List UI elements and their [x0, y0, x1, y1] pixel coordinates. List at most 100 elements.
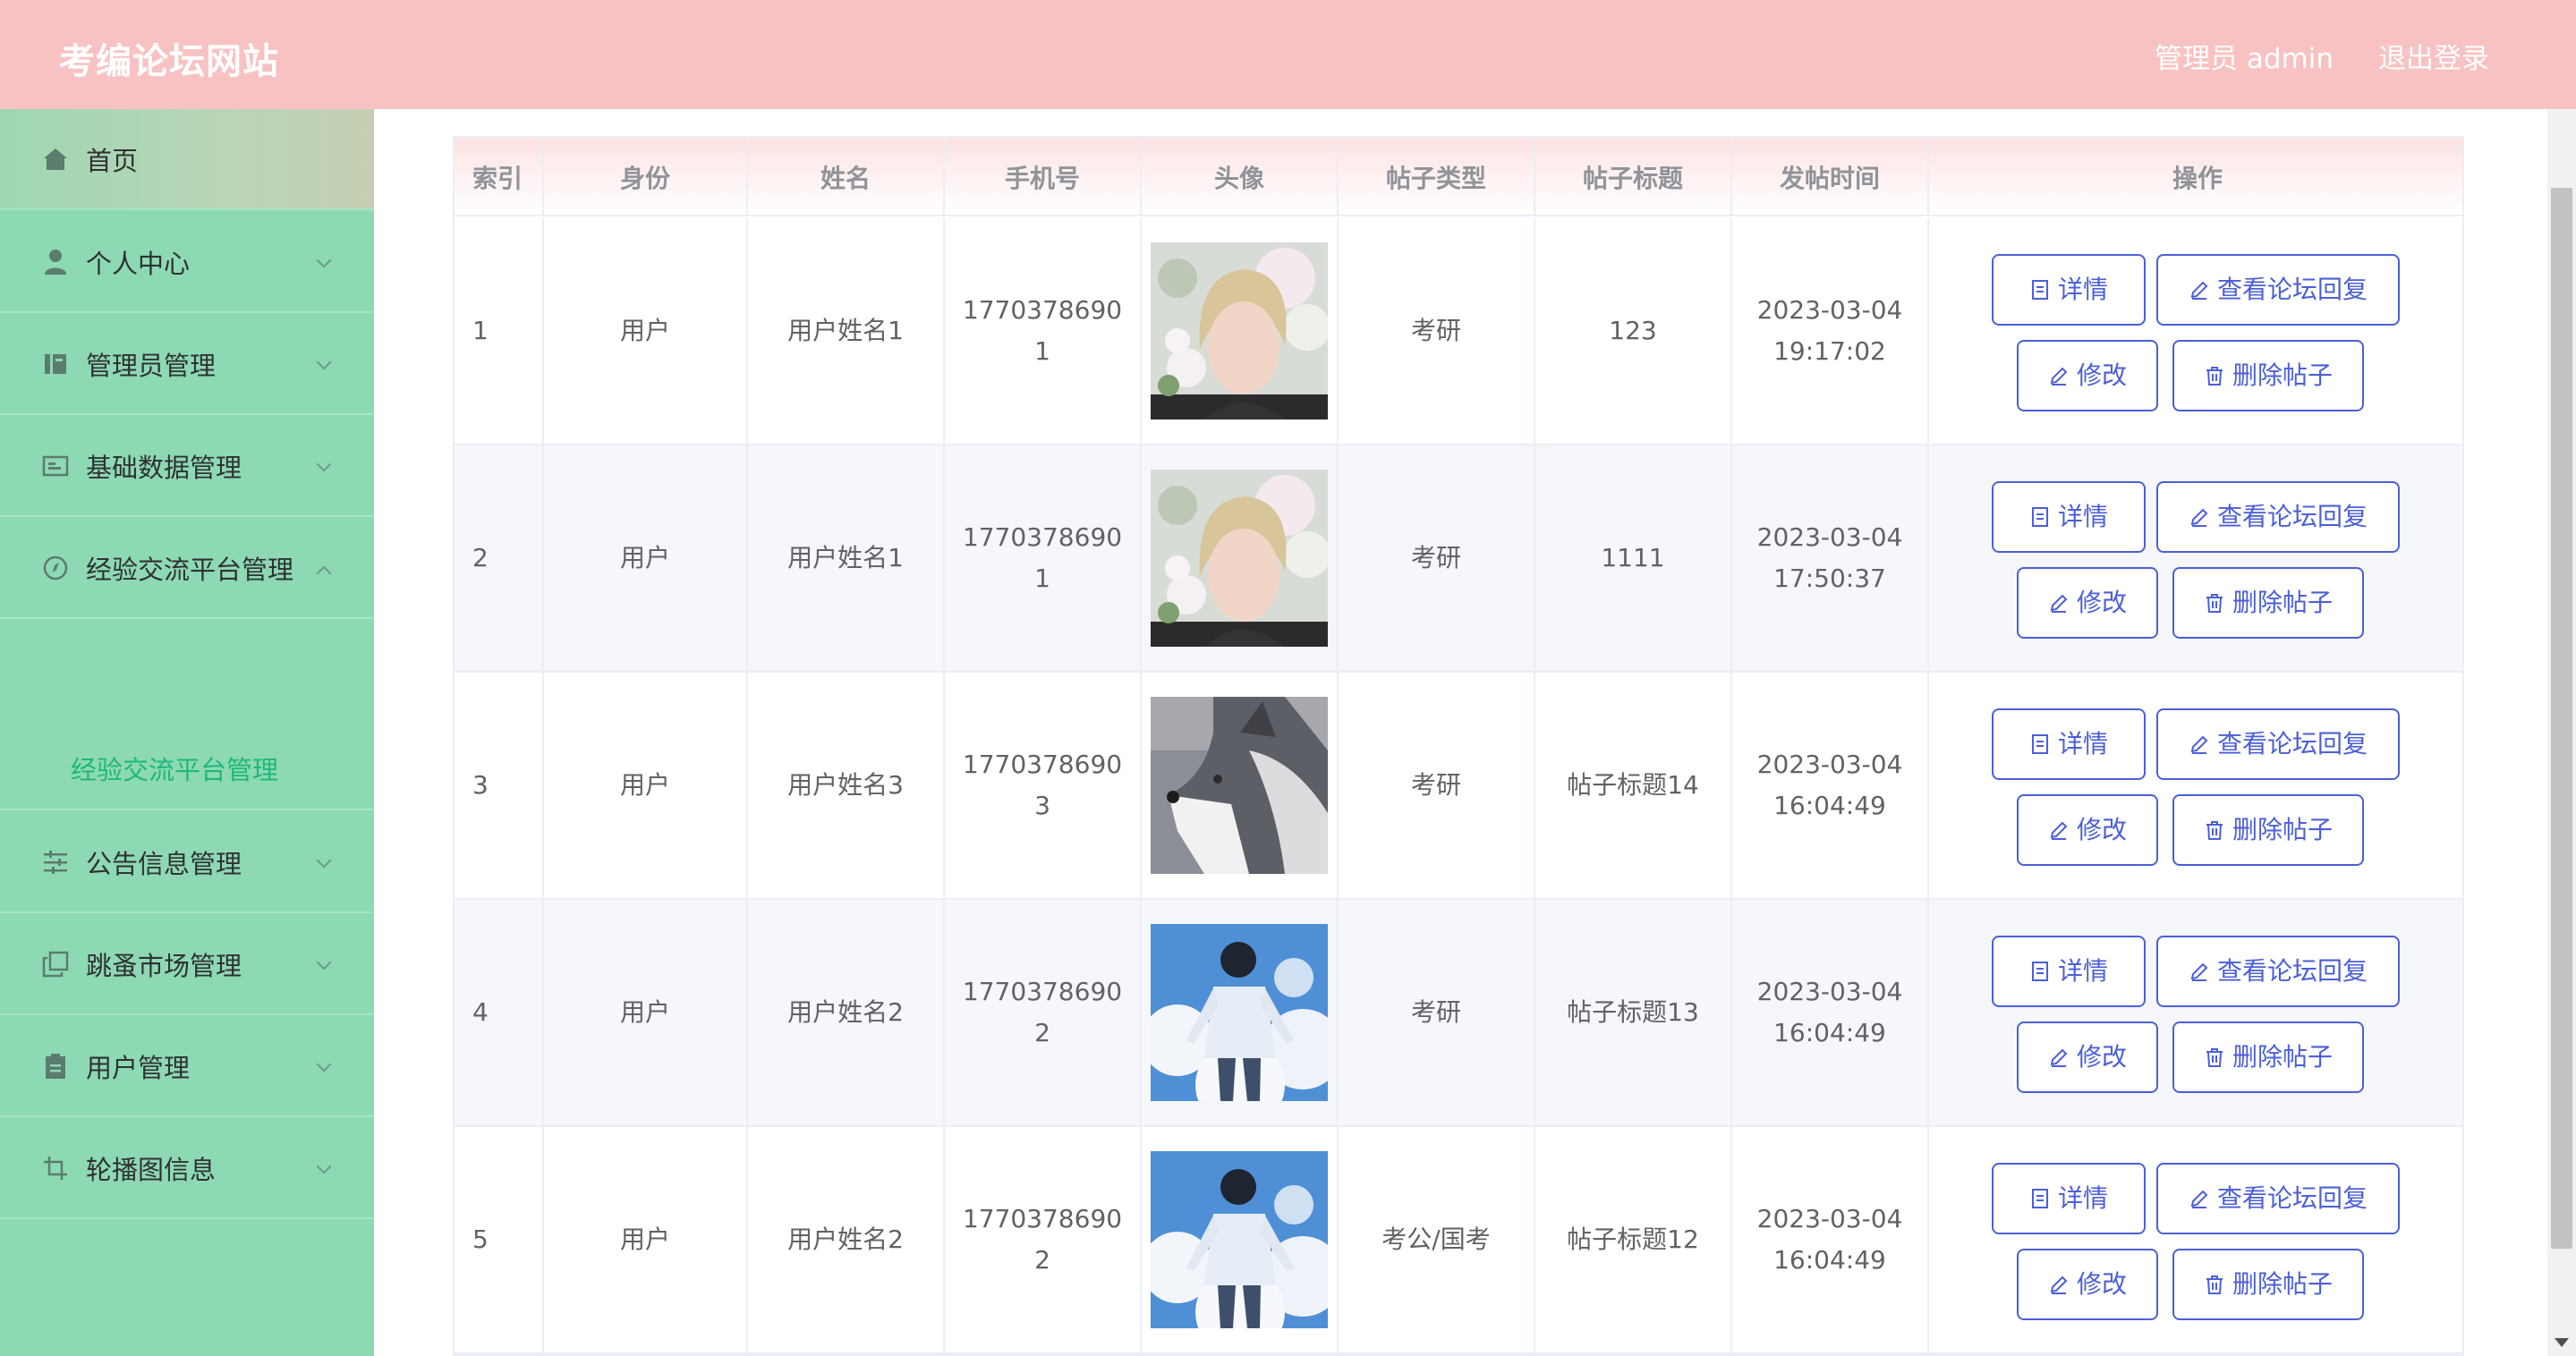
- view-replies-button[interactable]: 查看论坛回复: [2156, 481, 2400, 553]
- sidebar-item-personal-center[interactable]: 个人中心: [0, 212, 374, 313]
- edit-button[interactable]: 修改: [2017, 794, 2158, 866]
- edit-button[interactable]: 修改: [2017, 1249, 2158, 1320]
- cell-avatar: [1142, 218, 1339, 444]
- table-row: 3 用户 用户姓名3 1770378690 3 考研 帖子标题14 2023-03-04 16:…: [455, 673, 2462, 900]
- table-header: 索引 身份 姓名 手机号 头像 帖子类型 帖子标题 发帖时间 操作: [455, 138, 2462, 216]
- cell-post-time: 2023-03-04 16:04:49: [1732, 1127, 1929, 1352]
- cell-avatar: [1142, 673, 1339, 898]
- delete-post-button[interactable]: 删除帖子: [2172, 567, 2364, 639]
- site-title: 考编论坛网站: [59, 41, 279, 82]
- cell-post-time: 2023-03-04 17:50:37: [1732, 445, 1929, 671]
- view-replies-button[interactable]: 查看论坛回复: [2156, 936, 2400, 1007]
- cell-type: 考研: [1339, 445, 1535, 671]
- detail-button-label: 详情: [2057, 275, 2108, 304]
- document-icon: [2029, 279, 2051, 301]
- edit-pen-icon: [2048, 1274, 2070, 1295]
- detail-button[interactable]: 详情: [1992, 936, 2146, 1007]
- delete-post-button[interactable]: 删除帖子: [2172, 340, 2364, 411]
- edit-button[interactable]: 修改: [2017, 567, 2158, 639]
- delete-post-button-label: 删除帖子: [2232, 1269, 2333, 1299]
- sidebar-item-label: 管理员管理: [86, 350, 217, 381]
- delete-post-button-label: 删除帖子: [2232, 815, 2333, 844]
- edit-button-label: 修改: [2076, 588, 2127, 617]
- cell-index: 2: [455, 445, 544, 671]
- cell-type: 考研: [1339, 673, 1535, 898]
- cell-index: 4: [455, 900, 544, 1125]
- cell-actions: 详情 查看论坛回复修改 删除帖子: [1929, 445, 2462, 671]
- cell-index: 1: [455, 218, 544, 444]
- chevron-down-icon: [316, 456, 332, 472]
- sidebar-item-label: 经验交流平台管理: [86, 554, 294, 585]
- avatar: [1151, 1151, 1328, 1328]
- sidebar-item-experience-platform[interactable]: 经验交流平台管理: [0, 518, 374, 619]
- avatar: [1151, 924, 1328, 1101]
- phone-text-line1: 1770378690: [962, 295, 1123, 325]
- trash-icon: [2204, 592, 2225, 614]
- edit-pen-icon: [2048, 365, 2070, 386]
- chevron-down-icon: [316, 954, 332, 970]
- sidebar-item-home[interactable]: 首页: [0, 109, 374, 210]
- table-row: 1 用户 用户姓名1 1770378690 1 考研 123 2023-03-04 19:17:…: [455, 218, 2462, 445]
- detail-button[interactable]: 详情: [1992, 1163, 2146, 1234]
- avatar: [1151, 242, 1328, 420]
- edit-button[interactable]: 修改: [2017, 1021, 2158, 1093]
- detail-button-label: 详情: [2057, 1183, 2108, 1213]
- chevron-down-icon: [316, 252, 332, 268]
- sidebar-item-basic-data[interactable]: 基础数据管理: [0, 416, 374, 517]
- delete-post-button[interactable]: 删除帖子: [2172, 794, 2364, 866]
- column-header-post-type: 帖子类型: [1339, 138, 1535, 216]
- sidebar-item-admin-management[interactable]: 管理员管理: [0, 314, 374, 415]
- view-replies-button[interactable]: 查看论坛回复: [2156, 254, 2400, 326]
- trash-icon: [2204, 1274, 2225, 1295]
- sidebar-item-user-management[interactable]: 用户管理: [0, 1016, 374, 1117]
- sidebar-item-flea-market[interactable]: 跳蚤市场管理: [0, 914, 374, 1015]
- view-replies-button[interactable]: 查看论坛回复: [2156, 1163, 2400, 1234]
- edit-button[interactable]: 修改: [2017, 340, 2158, 411]
- cell-title: 帖子标题12: [1535, 1127, 1732, 1352]
- column-header-phone: 手机号: [945, 138, 1142, 216]
- edit-pen-icon: [2189, 961, 2210, 982]
- cell-post-time: 2023-03-04 16:04:49: [1732, 673, 1929, 898]
- cell-role: 用户: [544, 900, 748, 1125]
- sidebar-item-label: 个人中心: [86, 248, 191, 279]
- cell-name: 用户姓名2: [748, 900, 945, 1125]
- cell-phone: 1770378690 1: [945, 445, 1142, 671]
- phone-text-line2: 2: [1034, 1018, 1050, 1047]
- scroll-down-arrow-icon[interactable]: [2555, 1338, 2569, 1347]
- post-time: 19:17:02: [1773, 336, 1886, 366]
- view-replies-button[interactable]: 查看论坛回复: [2156, 708, 2400, 780]
- chevron-down-icon: [316, 852, 332, 869]
- page-scrollbar-thumb[interactable]: [2551, 188, 2572, 1249]
- admin-user-label: 管理员 admin: [2155, 43, 2334, 75]
- post-time: 16:04:49: [1773, 1018, 1886, 1047]
- table-row: 4 用户 用户姓名2 1770378690 2 考研 帖子标题13 2023-03-04 16:…: [455, 900, 2462, 1127]
- admin-icon: [41, 350, 70, 378]
- sidebar-item-carousel[interactable]: 轮播图信息: [0, 1118, 374, 1219]
- cell-phone: 1770378690 1: [945, 218, 1142, 444]
- detail-button-label: 详情: [2057, 729, 2108, 759]
- table-row: 5 用户 用户姓名2 1770378690 2 考公/国考 帖子标题12 2023-03-04…: [455, 1127, 2462, 1354]
- delete-post-button[interactable]: 删除帖子: [2172, 1249, 2364, 1320]
- cell-role: 用户: [544, 218, 748, 444]
- detail-button[interactable]: 详情: [1992, 708, 2146, 780]
- sidebar-item-announcement[interactable]: 公告信息管理: [0, 812, 374, 913]
- sidebar-subitem-experience-platform[interactable]: 经验交流平台管理: [0, 717, 374, 810]
- sidebar-item-label: 公告信息管理: [86, 848, 242, 879]
- cell-title: 帖子标题14: [1535, 673, 1732, 898]
- post-date: 2023-03-04: [1756, 522, 1903, 552]
- cell-role: 用户: [544, 673, 748, 898]
- detail-button[interactable]: 详情: [1992, 254, 2146, 326]
- document-icon: [2029, 961, 2051, 982]
- detail-button[interactable]: 详情: [1992, 481, 2146, 553]
- delete-post-button[interactable]: 删除帖子: [2172, 1021, 2364, 1093]
- logout-link[interactable]: 退出登录: [2378, 36, 2489, 76]
- sidebar-item-label: 轮播图信息: [86, 1154, 217, 1185]
- view-replies-button-label: 查看论坛回复: [2216, 956, 2368, 986]
- sidebar-item-label: 基础数据管理: [86, 452, 242, 483]
- delete-post-button-label: 删除帖子: [2232, 1042, 2333, 1072]
- view-replies-button-label: 查看论坛回复: [2216, 1183, 2368, 1213]
- column-header-avatar: 头像: [1142, 138, 1339, 216]
- post-time: 16:04:49: [1773, 1245, 1886, 1275]
- main-content: 索引 身份 姓名 手机号 头像 帖子类型 帖子标题 发帖时间 操作 1 用户 用户姓…: [374, 109, 2576, 1356]
- cell-post-time: 2023-03-04 16:04:49: [1732, 900, 1929, 1125]
